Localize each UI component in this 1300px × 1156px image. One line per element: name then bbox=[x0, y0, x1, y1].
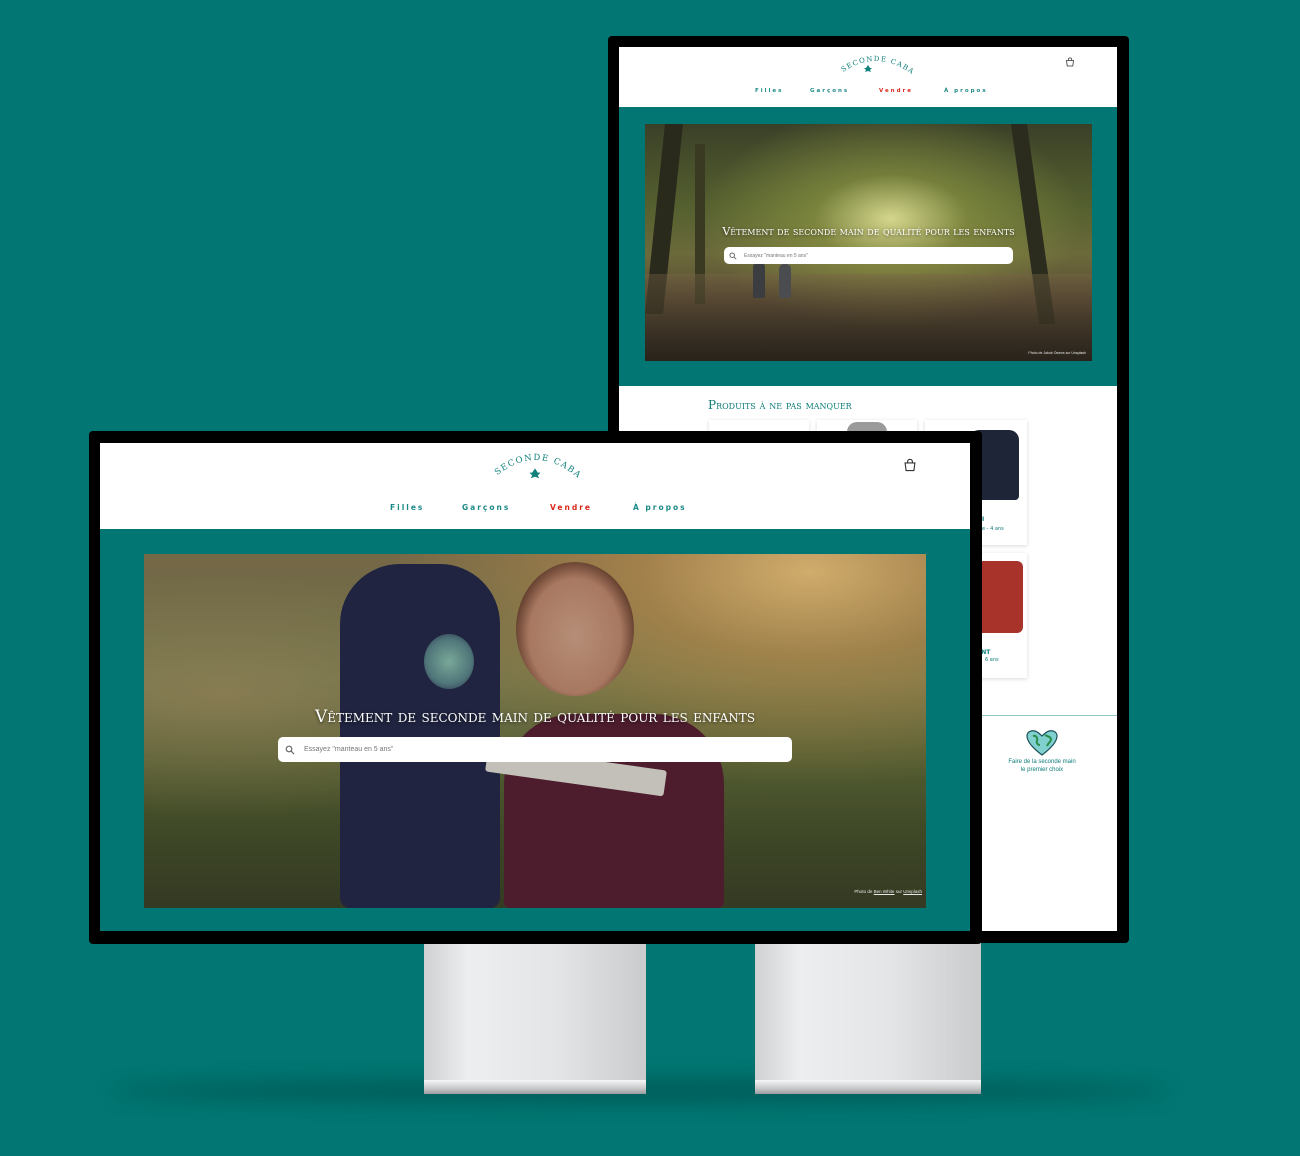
child-figure bbox=[753, 262, 765, 298]
back-hero-title: Vêtement de seconde main de qualité pour… bbox=[722, 225, 1015, 238]
front-monitor-stand bbox=[424, 942, 646, 1082]
footer-tagline: Faire de la seconde main le premier choi… bbox=[982, 758, 1102, 774]
leaf-icon bbox=[864, 65, 872, 72]
back-search-bar[interactable] bbox=[724, 247, 1013, 264]
earth-heart-icon bbox=[1026, 730, 1058, 756]
nav-filles[interactable]: Filles bbox=[755, 88, 783, 94]
nav-vendre[interactable]: Vendre bbox=[550, 503, 592, 512]
credit-source-link[interactable]: Unsplash bbox=[903, 889, 922, 894]
front-search-bar[interactable] bbox=[278, 737, 792, 762]
svg-text:MA SECONDE CABANE: MA SECONDE CABANE bbox=[831, 51, 916, 76]
nav-garcons[interactable]: Garçons bbox=[810, 88, 849, 94]
front-photo-credit: Photo de Ben White sur Unsplash bbox=[854, 889, 922, 894]
back-header: MA SECONDE CABANE Filles Garçons Vendre … bbox=[619, 47, 1117, 107]
nav-a-propos[interactable]: À propos bbox=[944, 88, 988, 94]
credit-author-link[interactable]: Ben White bbox=[874, 889, 895, 894]
front-hero-title: Vêtement de seconde main de qualité pour… bbox=[314, 707, 756, 727]
front-search-input[interactable] bbox=[302, 745, 792, 754]
front-monitor-stand-base bbox=[424, 1080, 646, 1094]
shopping-bag-icon[interactable] bbox=[1065, 57, 1075, 67]
footer-tagline-line-1: Faire de la seconde main bbox=[1008, 759, 1076, 765]
search-icon bbox=[729, 251, 737, 260]
back-monitor-stand-base bbox=[755, 1080, 981, 1094]
footer-tagline-line-2: le premier choix bbox=[1020, 767, 1064, 773]
shopping-bag-icon[interactable] bbox=[903, 458, 917, 472]
back-search-input[interactable] bbox=[742, 251, 1013, 260]
back-logo[interactable]: MA SECONDE CABANE bbox=[831, 51, 921, 81]
back-hero-image: Vêtement de seconde main de qualité pour… bbox=[645, 124, 1092, 361]
product-card-subtitle: 6 ans bbox=[985, 657, 999, 663]
leaf-icon bbox=[529, 468, 541, 479]
front-hero-image: Vêtement de seconde main de qualité pour… bbox=[144, 554, 926, 908]
child-figure bbox=[779, 264, 791, 298]
back-photo-credit: Photo de Jakob Owens sur Unsplash bbox=[1028, 351, 1086, 355]
nav-a-propos[interactable]: À propos bbox=[633, 503, 687, 512]
search-icon bbox=[285, 745, 295, 754]
front-header: MA SECONDE CABANE Filles Garçons Vendre … bbox=[100, 443, 970, 529]
path-ground bbox=[645, 274, 1092, 361]
nav-vendre[interactable]: Vendre bbox=[879, 88, 913, 94]
front-screen: MA SECONDE CABANE Filles Garçons Vendre … bbox=[100, 443, 970, 931]
credit-mid: sur bbox=[895, 889, 902, 894]
credit-prefix: Photo de bbox=[854, 889, 873, 894]
hero-overlay bbox=[144, 554, 926, 908]
nav-garcons[interactable]: Garçons bbox=[462, 503, 510, 512]
front-monitor: MA SECONDE CABANE Filles Garçons Vendre … bbox=[89, 431, 982, 944]
nav-filles[interactable]: Filles bbox=[390, 503, 424, 512]
products-title: Produits à ne pas manquer bbox=[708, 398, 852, 412]
back-monitor-stand bbox=[755, 942, 981, 1082]
